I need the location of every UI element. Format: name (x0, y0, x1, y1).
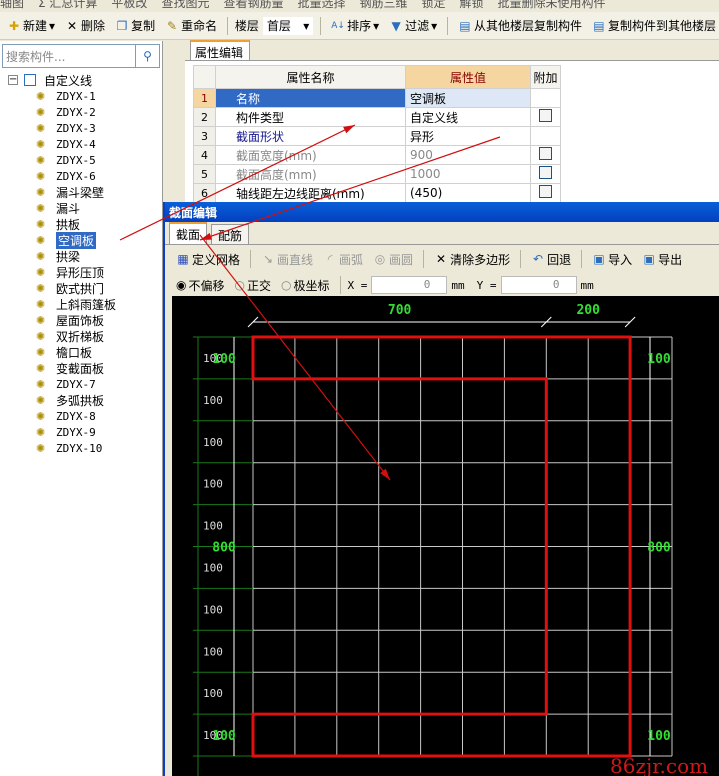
row-dimension-label: 100 (203, 603, 223, 616)
drawing-overlay: 100 100 100 100 100 100 100 100 100 100 700 200 100 1… (119, 124, 708, 776)
right-dimension-label: 100 (647, 729, 671, 744)
watermark: 86zjr.com (610, 754, 708, 776)
top-dimension-label: 700 (388, 303, 412, 318)
row-dimension-label: 100 (203, 687, 223, 700)
row-dimension-label: 100 (203, 436, 223, 449)
left-dimension-label: 100 (212, 352, 236, 367)
arrowhead-icon (343, 125, 355, 134)
arrowhead-icon (380, 468, 390, 480)
left-dimension-label: 100 (212, 729, 236, 744)
annotation-arrow (119, 124, 356, 241)
row-dimension-label: 100 (203, 520, 223, 533)
right-dimension-label: 100 (647, 352, 671, 367)
left-dimension-label: 800 (212, 541, 236, 556)
annotation-arrow (199, 136, 501, 241)
row-dimension-label: 100 (203, 394, 223, 407)
row-dimension-label: 100 (203, 478, 223, 491)
top-dimension-label: 200 (576, 303, 600, 318)
row-dimension-label: 100 (203, 561, 223, 574)
row-dimension-label: 100 (203, 645, 223, 658)
right-dimension-label: 800 (647, 541, 671, 556)
